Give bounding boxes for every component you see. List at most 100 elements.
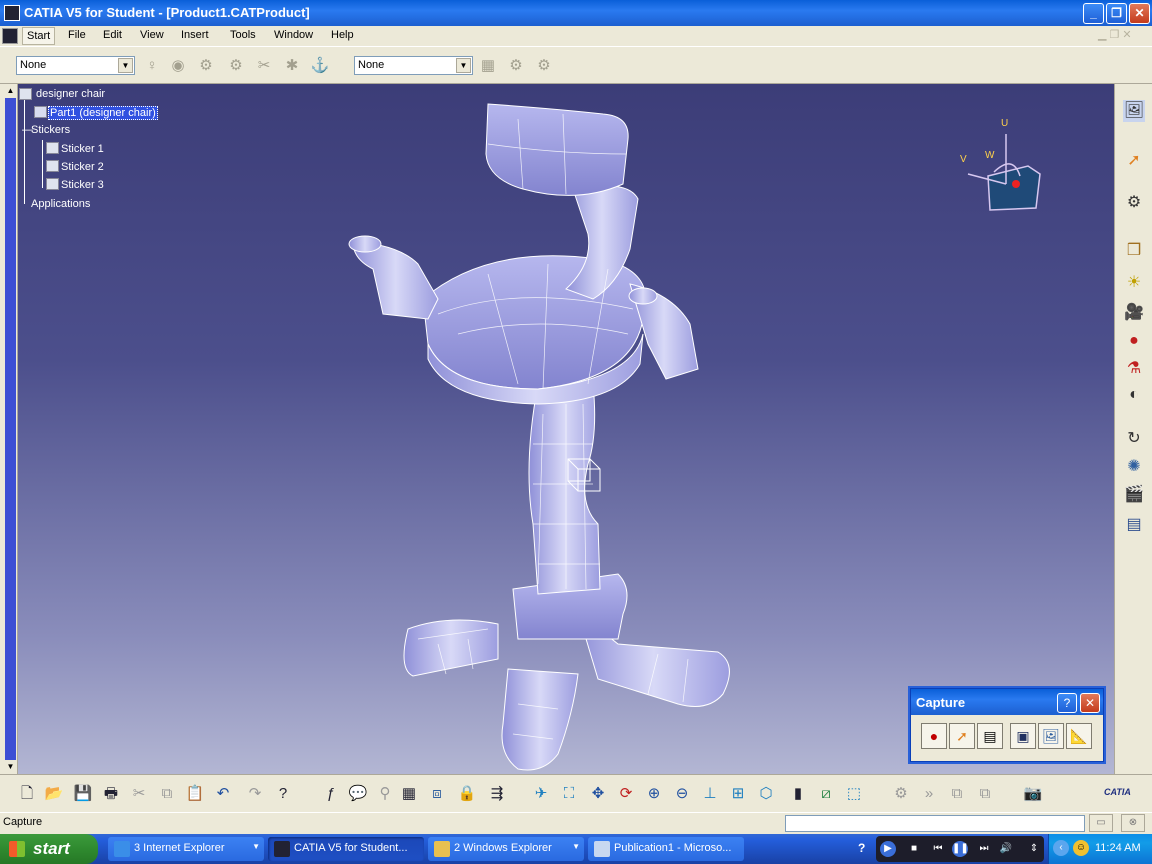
tree-sticker-3[interactable]: Sticker 3 bbox=[61, 179, 104, 191]
tree-applications[interactable]: Applications bbox=[31, 198, 90, 210]
open-icon[interactable]: 📂 bbox=[43, 783, 65, 805]
menu-edit[interactable]: Edit bbox=[103, 29, 122, 41]
capture-close-button[interactable]: ✕ bbox=[1080, 693, 1100, 713]
scroll-thumb[interactable] bbox=[5, 98, 16, 760]
catia-app-icon[interactable] bbox=[4, 5, 20, 21]
clock[interactable]: 11:24 AM bbox=[1095, 842, 1141, 854]
album-icon[interactable]: ▣ bbox=[1010, 723, 1036, 749]
chair-model[interactable] bbox=[18, 84, 1114, 774]
select-arrow-icon[interactable]: ➚ bbox=[1123, 150, 1145, 172]
lock-icon[interactable]: 🔒 bbox=[456, 783, 478, 805]
rotate-icon[interactable]: ⟳ bbox=[615, 783, 637, 805]
image-icon[interactable]: 🖼 bbox=[1038, 723, 1064, 749]
scroll-down-icon[interactable]: ▼ bbox=[5, 761, 16, 773]
restore-player-icon[interactable]: ⇕ bbox=[1026, 841, 1042, 857]
menu-tools[interactable]: Tools bbox=[230, 29, 256, 41]
whats-this-icon[interactable]: ? bbox=[272, 783, 294, 805]
pan-icon[interactable]: ✥ bbox=[587, 783, 609, 805]
task-publication[interactable]: Publication1 - Microso... bbox=[588, 837, 744, 861]
environment-icon[interactable]: ◐ bbox=[1123, 384, 1145, 406]
iso-view-icon[interactable]: ⬡ bbox=[755, 783, 777, 805]
chevron-left-icon[interactable]: ‹ bbox=[1053, 840, 1069, 856]
link-icon[interactable]: ⚙ bbox=[226, 56, 246, 76]
menu-view[interactable]: View bbox=[140, 29, 164, 41]
tree-sticker-1[interactable]: Sticker 1 bbox=[61, 143, 104, 155]
minimize-button[interactable]: _ bbox=[1083, 3, 1104, 24]
compass-widget[interactable]: U V W bbox=[958, 114, 1048, 214]
chevron-down-icon[interactable]: ▼ bbox=[118, 58, 133, 73]
apply-material-icon[interactable]: ⚗ bbox=[1123, 358, 1145, 380]
menu-insert[interactable]: Insert bbox=[181, 29, 209, 41]
grid-icon[interactable]: ▦ bbox=[478, 56, 498, 76]
doc-window-controls[interactable]: ▁ ❐ ✕ bbox=[1098, 28, 1132, 41]
task-internet-explorer[interactable]: 3 Internet Explorer ▼ bbox=[108, 837, 264, 861]
replace-icon[interactable]: ⧉ bbox=[974, 783, 996, 805]
zoom-out-icon[interactable]: ⊖ bbox=[671, 783, 693, 805]
volume-icon[interactable]: 🔊 bbox=[998, 841, 1014, 857]
material-icon[interactable]: ● bbox=[1123, 330, 1145, 352]
snap-icon[interactable]: ⚙ bbox=[196, 56, 216, 76]
compass-icon[interactable] bbox=[958, 114, 1048, 214]
anchor-icon[interactable]: ⚓ bbox=[310, 56, 330, 76]
stop-icon[interactable]: ■ bbox=[906, 841, 922, 857]
filter-icon[interactable]: ⚙ bbox=[534, 56, 554, 76]
task-catia[interactable]: CATIA V5 for Student... bbox=[268, 837, 424, 861]
restore-button[interactable]: ❐ bbox=[1106, 3, 1127, 24]
properties-icon[interactable]: ⚙ bbox=[506, 56, 526, 76]
record-icon[interactable]: ● bbox=[921, 723, 947, 749]
scan-icon[interactable]: ⇶ bbox=[486, 783, 508, 805]
menu-window[interactable]: Window bbox=[274, 29, 313, 41]
video-icon[interactable]: 🎬 bbox=[1123, 484, 1145, 506]
fit-all-icon[interactable]: ⛶ bbox=[558, 783, 580, 805]
select-options-icon[interactable]: ⚙ bbox=[1123, 192, 1145, 214]
eye-icon[interactable]: ◉ bbox=[168, 56, 188, 76]
product-icon[interactable] bbox=[19, 88, 32, 100]
help-tray-icon[interactable]: ? bbox=[858, 841, 865, 855]
comment-icon[interactable]: 💬 bbox=[347, 783, 369, 805]
redo-icon[interactable]: ↷ bbox=[244, 783, 266, 805]
sticker-icon[interactable] bbox=[46, 142, 59, 154]
capture-panel[interactable]: Capture ? ✕ ● ➚ ▤ ▣ 🖼 📐 bbox=[910, 688, 1104, 762]
pause-icon[interactable]: ❚❚ bbox=[952, 841, 969, 857]
part-icon[interactable] bbox=[34, 106, 47, 118]
capture-camera-icon[interactable]: 📷 bbox=[1022, 783, 1044, 805]
swap-visible-icon[interactable]: ⬚ bbox=[843, 783, 865, 805]
turntable-icon[interactable]: ↻ bbox=[1123, 428, 1145, 450]
multi-view-icon[interactable]: ⊞ bbox=[727, 783, 749, 805]
start-button[interactable]: start bbox=[0, 834, 98, 864]
help-button[interactable]: ? bbox=[1057, 693, 1077, 713]
chevron-down-icon[interactable]: ▼ bbox=[456, 58, 471, 73]
sticker-icon[interactable] bbox=[46, 160, 59, 172]
save-icon[interactable]: 💾 bbox=[72, 783, 94, 805]
tree-icon[interactable]: ⧈ bbox=[426, 783, 448, 805]
previous-icon[interactable]: ⏮ bbox=[930, 841, 946, 857]
light-icon[interactable]: ☀ bbox=[1123, 272, 1145, 294]
fly-icon[interactable]: ✈ bbox=[530, 783, 552, 805]
tree-part[interactable]: Part1 (designer chair) bbox=[48, 106, 158, 120]
table-icon[interactable]: ▦ bbox=[398, 783, 420, 805]
zoom-in-icon[interactable]: ⊕ bbox=[643, 783, 665, 805]
pin-icon[interactable]: ⚲ bbox=[374, 783, 396, 805]
cut-icon[interactable]: ✂ bbox=[128, 783, 150, 805]
task-windows-explorer[interactable]: 2 Windows Explorer ▼ bbox=[428, 837, 584, 861]
sticker-tool-icon[interactable]: ✺ bbox=[1123, 456, 1145, 478]
cancel-icon[interactable]: ⊗ bbox=[1121, 814, 1145, 832]
menu-file[interactable]: File bbox=[68, 29, 86, 41]
cube-icon[interactable]: ❒ bbox=[1123, 240, 1145, 262]
paste-icon[interactable]: 📋 bbox=[184, 783, 206, 805]
normal-view-icon[interactable]: ⊥ bbox=[699, 783, 721, 805]
layer-combo[interactable]: None ▼ bbox=[354, 56, 473, 75]
film-icon[interactable]: ▤ bbox=[1123, 514, 1145, 536]
next-icon[interactable]: » bbox=[918, 783, 940, 805]
new-icon[interactable]: 🗋 bbox=[16, 783, 38, 805]
shading-icon[interactable]: ▮ bbox=[787, 783, 809, 805]
command-input[interactable] bbox=[785, 815, 1085, 832]
constraint-icon[interactable]: ✂ bbox=[254, 56, 274, 76]
undo-icon[interactable]: ↶ bbox=[212, 783, 234, 805]
hide-show-icon[interactable]: ⧄ bbox=[815, 783, 837, 805]
copy-icon[interactable]: ⧉ bbox=[156, 783, 178, 805]
rename-icon[interactable]: ⧉ bbox=[946, 783, 968, 805]
workbench-icon[interactable]: 🖼 bbox=[1123, 100, 1145, 122]
camera-icon[interactable]: 🎥 bbox=[1123, 302, 1145, 324]
tree-sticker-2[interactable]: Sticker 2 bbox=[61, 161, 104, 173]
